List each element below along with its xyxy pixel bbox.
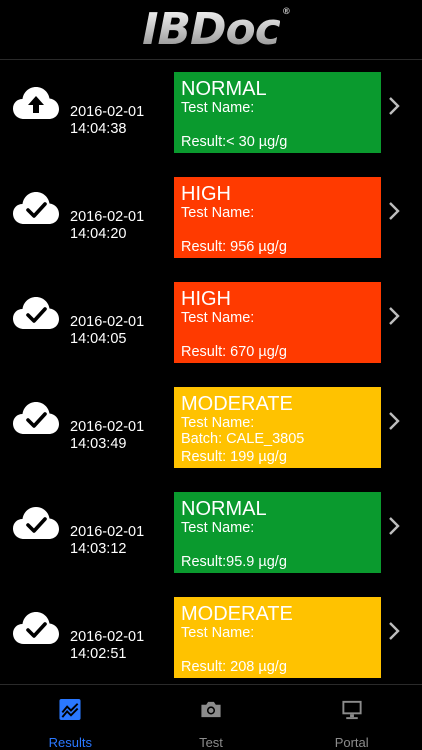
- result-row[interactable]: 2016-02-01 14:02:51 MODERATE Test Name: …: [0, 587, 422, 682]
- result-date: 2016-02-01: [70, 104, 145, 120]
- result-value: Result: 956 µg/g: [181, 239, 287, 255]
- result-card[interactable]: MODERATE Test Name: Result: 208 µg/g: [174, 597, 381, 678]
- result-datetime: 2016-02-01 14:04:05: [70, 314, 144, 348]
- result-datetime: 2016-02-01 14:04:20: [70, 209, 144, 243]
- result-row[interactable]: 2016-02-01 14:03:49 MODERATE Test Name: …: [0, 377, 422, 482]
- result-batch: Batch: CALE_3805: [181, 431, 305, 447]
- result-time: 14:04:38: [70, 121, 127, 137]
- result-datetime: 2016-02-01 14:03:12: [70, 524, 144, 558]
- tab-label: Test: [199, 735, 223, 750]
- result-row[interactable]: 2016-02-01 14:04:20 HIGH Test Name: Resu…: [0, 167, 422, 272]
- cloud-check-icon: [13, 612, 59, 644]
- result-value: Result:< 30 µg/g: [181, 134, 288, 150]
- chart-icon: [59, 698, 81, 721]
- result-test-name: Test Name:: [181, 625, 255, 641]
- result-row[interactable]: 2016-02-01 14:04:38 NORMAL Test Name: Re…: [0, 62, 422, 167]
- result-test-name: Test Name:: [181, 520, 255, 536]
- chevron-right-icon[interactable]: [387, 305, 401, 327]
- result-level: NORMAL: [181, 498, 267, 520]
- results-list[interactable]: 2016-02-01 14:04:38 NORMAL Test Name: Re…: [0, 62, 422, 682]
- chevron-right-icon[interactable]: [387, 620, 401, 642]
- result-time: 14:03:12: [70, 541, 127, 557]
- tab-label: Portal: [334, 735, 369, 750]
- result-level: NORMAL: [181, 78, 267, 100]
- result-date: 2016-02-01: [70, 419, 145, 435]
- result-test-name: Test Name:: [181, 205, 255, 221]
- tab-test[interactable]: Test: [141, 685, 282, 750]
- result-level: HIGH: [181, 288, 231, 310]
- result-test-name: Test Name:: [181, 100, 255, 116]
- chevron-right-icon[interactable]: [387, 200, 401, 222]
- result-row[interactable]: 2016-02-01 14:03:12 NORMAL Test Name: Re…: [0, 482, 422, 587]
- result-date: 2016-02-01: [70, 629, 145, 645]
- chevron-right-icon[interactable]: [387, 410, 401, 432]
- result-level: HIGH: [181, 183, 231, 205]
- result-level: MODERATE: [181, 603, 293, 625]
- result-time: 14:04:20: [70, 226, 127, 242]
- result-test-name: Test Name:: [181, 415, 255, 431]
- result-time: 14:02:51: [70, 646, 127, 662]
- result-card[interactable]: NORMAL Test Name: Result:95.9 µg/g: [174, 492, 381, 573]
- tab-results[interactable]: Results: [0, 685, 141, 750]
- tab-portal[interactable]: Portal: [281, 685, 422, 750]
- tab-bar: Results Test Portal: [0, 684, 422, 750]
- result-card[interactable]: NORMAL Test Name: Result:< 30 µg/g: [174, 72, 381, 153]
- chevron-right-icon[interactable]: [387, 95, 401, 117]
- cloud-check-icon: [13, 507, 59, 539]
- logo-text: IBDoc: [142, 3, 280, 55]
- result-row[interactable]: 2016-02-01 14:04:05 HIGH Test Name: Resu…: [0, 272, 422, 377]
- cloud-check-icon: [13, 297, 59, 329]
- cloud-upload-icon: [13, 87, 59, 119]
- result-level: MODERATE: [181, 393, 293, 415]
- result-datetime: 2016-02-01 14:03:49: [70, 419, 144, 453]
- app-header: IBDoc ®: [0, 0, 422, 60]
- result-value: Result: 199 µg/g: [181, 449, 287, 465]
- result-datetime: 2016-02-01 14:04:38: [70, 104, 144, 138]
- result-card[interactable]: HIGH Test Name: Result: 956 µg/g: [174, 177, 381, 258]
- cloud-check-icon: [13, 192, 59, 224]
- result-date: 2016-02-01: [70, 209, 145, 225]
- camera-icon: [201, 701, 221, 718]
- tab-label: Results: [48, 735, 93, 750]
- result-value: Result: 208 µg/g: [181, 659, 287, 675]
- result-test-name: Test Name:: [181, 310, 255, 326]
- result-value: Result:95.9 µg/g: [181, 554, 287, 570]
- result-card[interactable]: MODERATE Test Name: Batch: CALE_3805 Res…: [174, 387, 381, 468]
- registered-mark: ®: [281, 6, 291, 17]
- result-value: Result: 670 µg/g: [181, 344, 287, 360]
- result-time: 14:04:05: [70, 331, 127, 347]
- chevron-right-icon[interactable]: [387, 515, 401, 537]
- monitor-icon: [342, 700, 362, 720]
- result-time: 14:03:49: [70, 436, 127, 452]
- result-date: 2016-02-01: [70, 314, 145, 330]
- app-logo: IBDoc ®: [142, 7, 291, 52]
- result-date: 2016-02-01: [70, 524, 145, 540]
- result-card[interactable]: HIGH Test Name: Result: 670 µg/g: [174, 282, 381, 363]
- cloud-check-icon: [13, 402, 59, 434]
- result-datetime: 2016-02-01 14:02:51: [70, 629, 144, 663]
